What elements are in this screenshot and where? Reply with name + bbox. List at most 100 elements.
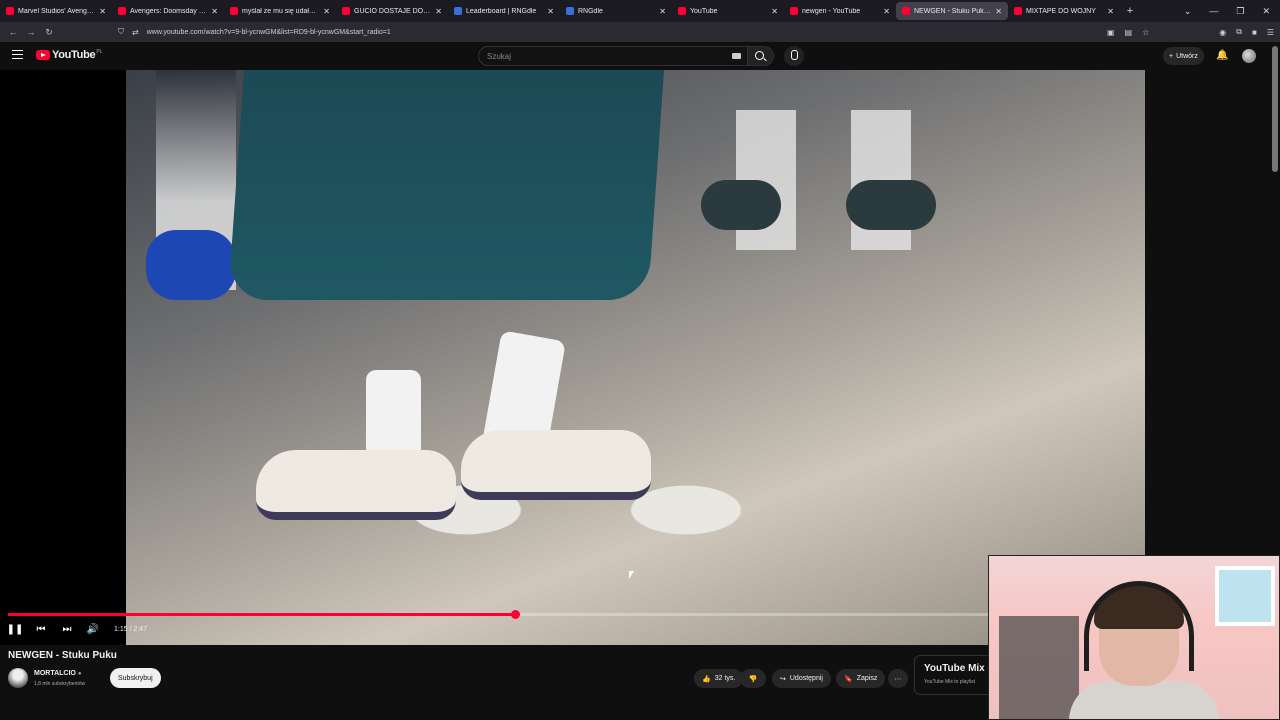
tab-title: myślał że mu się udało... - YouT bbox=[242, 7, 319, 15]
browser-tab[interactable]: myślał że mu się udało... - YouT ✕ bbox=[224, 0, 336, 22]
close-tab-icon[interactable]: ✕ bbox=[99, 7, 106, 16]
video-scene-dark-shoe bbox=[846, 180, 936, 230]
video-player[interactable]: ❚❚ ⏮ ⏭ 🔊 1:15 / 2:47 bbox=[0, 70, 1145, 645]
mouse-cursor-icon bbox=[629, 571, 634, 579]
player-controls: ❚❚ ⏮ ⏭ 🔊 1:15 / 2:47 bbox=[0, 619, 147, 639]
like-button[interactable]: 👍 32 tys. bbox=[694, 669, 744, 688]
close-tab-icon[interactable]: ✕ bbox=[995, 7, 1002, 16]
youtube-icon bbox=[342, 7, 350, 15]
close-tab-icon[interactable]: ✕ bbox=[1107, 7, 1114, 16]
video-title: NEWGEN - Stuku Puku bbox=[8, 650, 117, 661]
youtube-icon bbox=[118, 7, 126, 15]
mix-title: YouTube Mix - bbox=[924, 663, 991, 674]
thumbs-up-icon: 👍 bbox=[702, 675, 711, 683]
share-button[interactable]: ↪ Udostępnij bbox=[772, 669, 831, 688]
mix-subtitle: YouTube Mix to playlist bbox=[924, 679, 976, 685]
close-tab-icon[interactable]: ✕ bbox=[211, 7, 218, 16]
close-tab-icon[interactable]: ✕ bbox=[547, 7, 554, 16]
close-tab-icon[interactable]: ✕ bbox=[435, 7, 442, 16]
bookmark-star-icon[interactable]: ☆ bbox=[1142, 28, 1149, 37]
scrollbar-thumb[interactable] bbox=[1272, 46, 1278, 172]
dislike-button[interactable]: 👎 bbox=[740, 669, 766, 688]
create-button[interactable]: + Utwórz bbox=[1163, 47, 1204, 65]
close-tab-icon[interactable]: ✕ bbox=[659, 7, 666, 16]
back-icon[interactable]: ← bbox=[4, 27, 22, 37]
channel-name[interactable]: MORTALCIO ● bbox=[34, 670, 81, 677]
extensions-icon[interactable]: ⧉ bbox=[1236, 27, 1242, 37]
close-tab-icon[interactable]: ✕ bbox=[771, 7, 778, 16]
browser-tab[interactable]: newgen - YouTube ✕ bbox=[784, 0, 896, 22]
new-tab-button[interactable]: + bbox=[1120, 5, 1140, 17]
webcam-shelf-background bbox=[999, 616, 1079, 719]
volume-icon[interactable]: 🔊 bbox=[80, 624, 106, 635]
hamburger-menu-icon[interactable] bbox=[12, 50, 23, 59]
previous-icon[interactable]: ⏮ bbox=[28, 624, 54, 635]
share-label: Udostępnij bbox=[789, 675, 823, 682]
video-scene-dark-shoe bbox=[701, 180, 781, 230]
permissions-icon[interactable]: ⇄ bbox=[132, 28, 139, 37]
tab-list-icon[interactable]: ⌄ bbox=[1184, 6, 1192, 17]
browser-tab[interactable]: Marvel Studios' Avengers: Infin ✕ bbox=[0, 0, 112, 22]
search-placeholder: Szukaj bbox=[487, 51, 512, 61]
minimize-icon[interactable]: — bbox=[1209, 6, 1218, 16]
youtube-icon bbox=[6, 7, 14, 15]
notifications-bell-icon[interactable]: 🔔 bbox=[1216, 50, 1228, 61]
save-button[interactable]: 🔖 Zapisz bbox=[836, 669, 886, 688]
more-icon: ⋯ bbox=[894, 675, 902, 683]
reader-view-icon[interactable]: ▤ bbox=[1125, 28, 1133, 37]
forward-icon[interactable]: → bbox=[22, 27, 40, 37]
browser-tab[interactable]: GUCIO DOSTAJE DOJAZDI STR✕ bbox=[336, 0, 448, 22]
globe-icon bbox=[454, 7, 462, 15]
account-icon[interactable]: ◉ bbox=[1219, 28, 1226, 37]
channel-avatar[interactable] bbox=[8, 668, 28, 688]
browser-tab[interactable]: YouTube ✕ bbox=[672, 0, 784, 22]
picture-in-picture-icon[interactable]: ▣ bbox=[1107, 28, 1115, 37]
close-tab-icon[interactable]: ✕ bbox=[323, 7, 330, 16]
reload-icon[interactable]: ↻ bbox=[40, 27, 58, 38]
share-icon: ↪ bbox=[780, 675, 786, 683]
keyboard-icon[interactable] bbox=[732, 53, 741, 59]
browser-tab[interactable]: Leaderboard | RNGdle ✕ bbox=[448, 0, 560, 22]
search-input[interactable]: Szukaj bbox=[478, 46, 748, 66]
browser-tab[interactable]: Avengers: Doomsday | Special✕ bbox=[112, 0, 224, 22]
window-controls: ⌄ — ❐ ✕ bbox=[1184, 0, 1280, 22]
channel-name-text: MORTALCIO bbox=[34, 670, 76, 677]
tab-title: NEWGEN - Stuku Puku - Yo bbox=[914, 7, 991, 15]
browser-nav-bar: ← → ↻ ⛉ ⇄ www.youtube.com/watch?v=9-bl-y… bbox=[0, 22, 1280, 42]
next-icon[interactable]: ⏭ bbox=[54, 624, 80, 635]
browser-tab[interactable]: RNGdle ✕ bbox=[560, 0, 672, 22]
create-label: Utwórz bbox=[1176, 52, 1198, 60]
close-tab-icon[interactable]: ✕ bbox=[883, 7, 890, 16]
verified-icon: ● bbox=[77, 671, 82, 677]
menu-icon[interactable]: ☰ bbox=[1267, 28, 1274, 37]
close-window-icon[interactable]: ✕ bbox=[1262, 6, 1270, 17]
region-code: PL bbox=[96, 49, 103, 55]
restore-icon[interactable]: ❐ bbox=[1236, 6, 1244, 17]
browser-tab[interactable]: NEWGEN - Stuku Puku - Yo ✕ bbox=[896, 2, 1008, 20]
youtube-icon bbox=[1014, 7, 1022, 15]
voice-search-icon[interactable] bbox=[784, 46, 804, 66]
video-scene-shorts bbox=[227, 70, 665, 300]
address-bar[interactable]: ⛉ ⇄ www.youtube.com/watch?v=9-bl-ycnwGM&… bbox=[118, 22, 391, 42]
toolbar-icons: ▣ ▤ ☆ ◉ ⧉ ■ ☰ bbox=[1107, 22, 1274, 42]
youtube-play-icon bbox=[36, 50, 50, 60]
globe-icon bbox=[566, 7, 574, 15]
user-avatar[interactable] bbox=[1242, 49, 1256, 63]
webcam-overlay bbox=[988, 555, 1280, 720]
pause-icon[interactable]: ❚❚ bbox=[2, 624, 28, 635]
progress-bar[interactable] bbox=[8, 610, 1138, 619]
tab-title: Avengers: Doomsday | Special bbox=[130, 7, 208, 15]
browser-tab-bar: Marvel Studios' Avengers: Infin✕Avengers… bbox=[0, 0, 1280, 22]
youtube-logo[interactable]: YouTube PL bbox=[36, 49, 102, 61]
tab-title: RNGdle bbox=[578, 7, 603, 15]
progress-played bbox=[8, 613, 516, 616]
subscribe-button[interactable]: Subskrybuj bbox=[110, 668, 161, 688]
browser-tab[interactable]: MIXTAPE DO WOJNY ✕ bbox=[1008, 0, 1120, 22]
video-scene-blue-shoe bbox=[146, 230, 236, 300]
search-button[interactable] bbox=[748, 46, 774, 66]
extension-badge-icon[interactable]: ■ bbox=[1252, 28, 1257, 37]
like-count: 32 tys. bbox=[714, 675, 736, 682]
more-actions-button[interactable]: ⋯ bbox=[888, 669, 908, 688]
webcam-window-background bbox=[1215, 566, 1275, 626]
tab-title: Leaderboard | RNGdle bbox=[466, 7, 537, 15]
